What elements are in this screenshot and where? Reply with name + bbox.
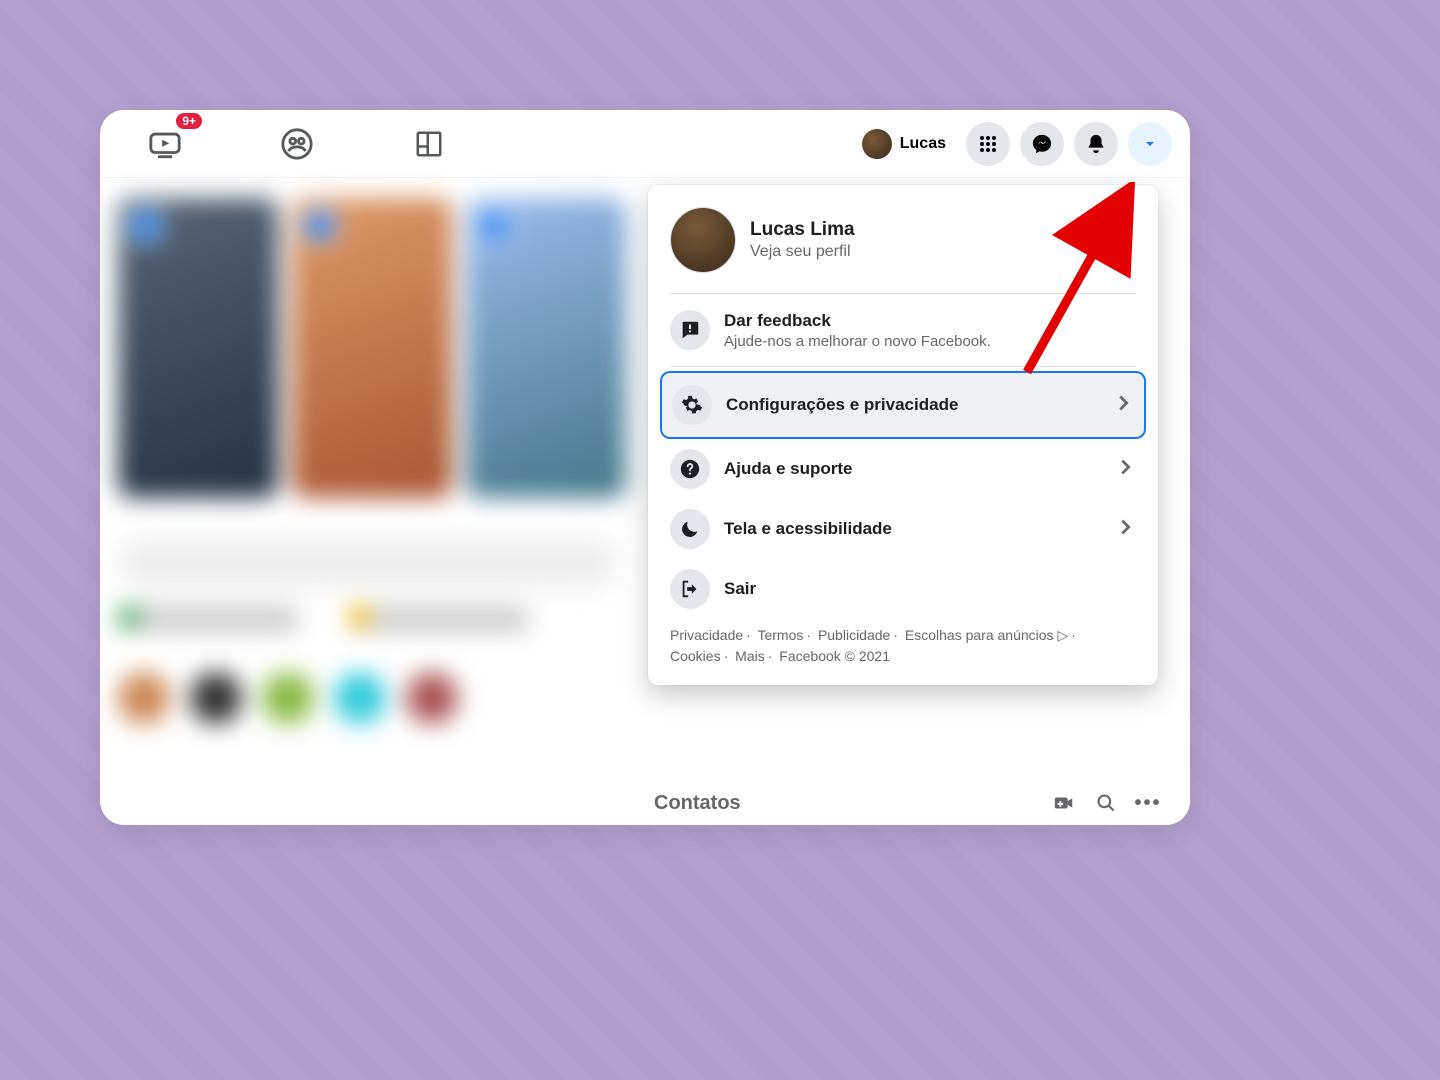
messenger-icon: [1031, 133, 1053, 155]
facebook-window: 9+ Lucas: [100, 110, 1190, 825]
logout-icon: [670, 569, 710, 609]
footer-privacy[interactable]: Privacidade: [670, 627, 743, 643]
ellipsis-icon: •••: [1135, 792, 1162, 815]
dropdown-footer: Privacidade· Termos· Publicidade· Escolh…: [656, 619, 1150, 677]
profile-chip[interactable]: Lucas: [858, 125, 956, 163]
chevron-right-icon: [1114, 516, 1136, 543]
feedback-icon: [670, 310, 710, 350]
chevron-right-icon: [1112, 392, 1134, 419]
help-icon: [670, 449, 710, 489]
contacts-title: Contatos: [654, 792, 1034, 815]
contacts-options-button[interactable]: •••: [1136, 791, 1160, 815]
footer-copyright: Facebook © 2021: [779, 648, 890, 664]
footer-adchoices[interactable]: Escolhas para anúncios: [905, 627, 1054, 643]
dropdown-settings-privacy[interactable]: Configurações e privacidade: [662, 373, 1144, 437]
dropdown-profile-subtitle: Veja seu perfil: [750, 243, 855, 261]
footer-ads[interactable]: Publicidade: [818, 627, 890, 643]
groups-icon: [280, 127, 314, 161]
avatar-large: [670, 207, 736, 273]
caret-down-icon: [1142, 136, 1158, 152]
search-contacts-button[interactable]: [1094, 791, 1118, 815]
new-room-button[interactable]: [1052, 791, 1076, 815]
dropdown-profile-link[interactable]: Lucas Lima Veja seu perfil: [656, 197, 1150, 287]
grid-icon: [978, 134, 998, 154]
dropdown-help-support[interactable]: Ajuda e suporte: [656, 439, 1150, 499]
profile-chip-name: Lucas: [900, 135, 946, 153]
top-nav-bar: 9+ Lucas: [100, 110, 1190, 178]
gear-icon: [672, 385, 712, 425]
adchoices-icon: ▷: [1057, 627, 1068, 643]
dropdown-logout[interactable]: Sair: [656, 559, 1150, 619]
bell-icon: [1085, 133, 1107, 155]
watch-icon: [148, 127, 182, 161]
nav-watch[interactable]: 9+: [138, 117, 192, 171]
watch-badge: 9+: [176, 113, 202, 129]
notifications-button[interactable]: [1074, 122, 1118, 166]
feedback-subtitle: Ajude-nos a melhorar o novo Facebook.: [724, 333, 1136, 350]
contacts-header: Contatos •••: [644, 781, 1190, 825]
top-nav-right: Lucas: [858, 122, 1172, 166]
menu-button[interactable]: [966, 122, 1010, 166]
moon-icon: [670, 509, 710, 549]
gaming-icon: [414, 129, 444, 159]
avatar-small: [862, 129, 892, 159]
menu-item-label: Tela e acessibilidade: [724, 519, 1100, 539]
dropdown-display-accessibility[interactable]: Tela e acessibilidade: [656, 499, 1150, 559]
divider: [670, 366, 1136, 367]
menu-item-label: Configurações e privacidade: [726, 395, 1098, 415]
footer-terms[interactable]: Termos: [757, 627, 803, 643]
feedback-title: Dar feedback: [724, 311, 1136, 331]
video-plus-icon: [1053, 792, 1075, 814]
account-dropdown: Lucas Lima Veja seu perfil Dar feedback …: [648, 185, 1158, 685]
footer-more[interactable]: Mais: [735, 648, 765, 664]
dropdown-profile-name: Lucas Lima: [750, 219, 855, 241]
account-dropdown-button[interactable]: [1128, 122, 1172, 166]
menu-item-label: Sair: [724, 579, 1136, 599]
nav-gaming[interactable]: [402, 117, 456, 171]
messenger-button[interactable]: [1020, 122, 1064, 166]
search-icon: [1096, 793, 1116, 813]
divider: [670, 293, 1136, 294]
chevron-right-icon: [1114, 456, 1136, 483]
footer-cookies[interactable]: Cookies: [670, 648, 721, 664]
nav-groups[interactable]: [270, 117, 324, 171]
dropdown-feedback[interactable]: Dar feedback Ajude-nos a melhorar o novo…: [656, 300, 1150, 360]
menu-item-label: Ajuda e suporte: [724, 459, 1100, 479]
top-nav-left: 9+: [138, 117, 456, 171]
